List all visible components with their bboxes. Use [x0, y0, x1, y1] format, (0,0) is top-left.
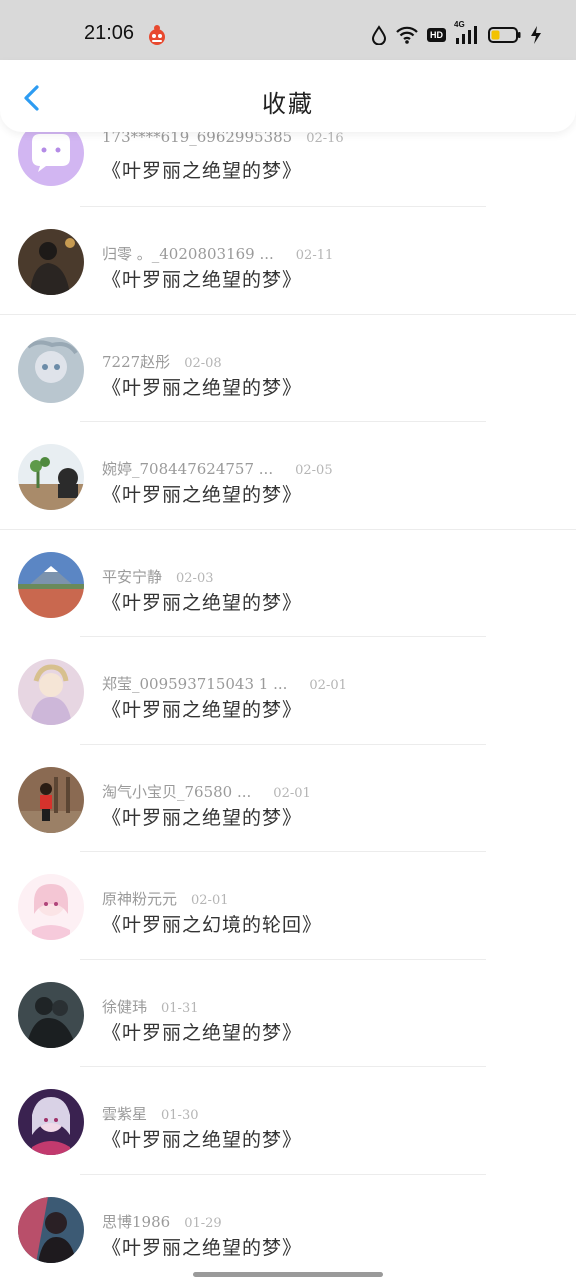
user-name: 雲紫星 — [102, 1105, 148, 1123]
item-title: 《叶罗丽之绝望的梦》 — [102, 484, 303, 506]
item-date: 02-03 — [176, 570, 214, 586]
item-title: 《叶罗丽之绝望的梦》 — [102, 699, 303, 721]
user-name: 归零 。_4020803169 ... — [102, 245, 274, 263]
avatar — [18, 551, 84, 618]
home-indicator[interactable] — [193, 1272, 383, 1277]
signal-indicator: 4G — [454, 20, 480, 46]
user-name: 平安宁静 — [102, 567, 163, 586]
item-date: 02-01 — [309, 678, 347, 693]
list-item[interactable]: 思博1986 01-29 《叶罗丽之绝望的梦》 — [0, 1175, 576, 1280]
item-meta: 雲紫星 01-30 — [102, 1103, 199, 1124]
item-date: 02-05 — [295, 463, 333, 478]
item-title: 《叶罗丽之绝望的梦》 — [102, 269, 303, 291]
hd-badge: HD — [427, 28, 446, 42]
signal-icon — [456, 26, 477, 44]
list-item[interactable]: 淘气小宝贝_76580 ... 02-01 《叶罗丽之绝望的梦》 — [0, 745, 576, 852]
status-time: 21:06 — [84, 22, 135, 44]
avatar — [18, 1089, 84, 1155]
avatar — [18, 659, 84, 725]
item-meta: 归零 。_4020803169 ... 02-11 — [102, 243, 333, 264]
list-item[interactable]: 归零 。_4020803169 ... 02-11 《叶罗丽之绝望的梦》 — [0, 207, 576, 315]
avatar — [18, 229, 84, 295]
status-bar: 21:06 HD 4G — [0, 0, 576, 60]
list-item[interactable]: 原神粉元元 02-01 《叶罗丽之幻境的轮回》 — [0, 852, 576, 960]
avatar — [18, 1196, 84, 1263]
item-title: 《叶罗丽之绝望的梦》 — [102, 376, 303, 399]
item-date: 01-29 — [184, 1215, 222, 1231]
avatar — [18, 766, 84, 833]
user-name: 原神粉元元 — [102, 890, 178, 908]
status-icons: HD 4G — [371, 20, 542, 46]
charging-icon — [531, 26, 541, 44]
avatar — [18, 444, 84, 510]
item-date: 01-30 — [161, 1108, 199, 1123]
item-date: 02-16 — [306, 131, 344, 146]
item-date: 02-01 — [273, 785, 311, 801]
user-name: 淘气小宝贝_76580 ... — [102, 782, 252, 801]
item-meta: 原神粉元元 02-01 — [102, 888, 229, 909]
item-title: 《叶罗丽之绝望的梦》 — [102, 160, 303, 182]
item-date: 02-01 — [191, 893, 229, 908]
item-title: 《叶罗丽之绝望的梦》 — [102, 1021, 303, 1044]
item-meta: 思博1986 01-29 — [102, 1211, 222, 1232]
item-title: 《叶罗丽之绝望的梦》 — [102, 1236, 303, 1259]
favorites-list: 173****619_6962995385 02-16 《叶罗丽之绝望的梦》 归零… — [0, 100, 576, 1280]
list-item[interactable]: 雲紫星 01-30 《叶罗丽之绝望的梦》 — [0, 1067, 576, 1175]
list-item[interactable]: 郑莹_009593715043 1 ... 02-01 《叶罗丽之绝望的梦》 — [0, 637, 576, 745]
header: 收藏 — [0, 60, 576, 132]
list-item[interactable]: 徐健玮 01-31 《叶罗丽之绝望的梦》 — [0, 960, 576, 1067]
item-meta: 7227赵彤 02-08 — [102, 351, 222, 372]
wifi-icon — [396, 26, 418, 44]
app-notification-icon — [149, 25, 165, 45]
user-name: 郑莹_009593715043 1 ... — [102, 675, 288, 693]
item-title: 《叶罗丽之绝望的梦》 — [102, 591, 303, 614]
item-date: 01-31 — [161, 1000, 199, 1016]
user-name: 7227赵彤 — [102, 352, 171, 371]
item-title: 《叶罗丽之幻境的轮回》 — [102, 914, 323, 936]
item-meta: 徐健玮 01-31 — [102, 996, 199, 1017]
item-date: 02-11 — [295, 248, 334, 263]
item-title: 《叶罗丽之绝望的梦》 — [102, 1129, 303, 1151]
user-name: 思博1986 — [102, 1212, 171, 1231]
item-meta: 淘气小宝贝_76580 ... 02-01 — [102, 781, 311, 802]
user-name: 徐健玮 — [102, 997, 148, 1016]
battery-icon — [488, 27, 521, 43]
list-item[interactable]: 婉婷_708447624757 ... 02-05 《叶罗丽之绝望的梦》 — [0, 422, 576, 530]
item-title: 《叶罗丽之绝望的梦》 — [102, 806, 303, 829]
avatar — [18, 336, 84, 403]
user-name: 婉婷_708447624757 ... — [102, 460, 274, 478]
item-meta: 婉婷_708447624757 ... 02-05 — [102, 458, 333, 479]
list-item[interactable]: 平安宁静 02-03 《叶罗丽之绝望的梦》 — [0, 530, 576, 637]
avatar — [18, 874, 84, 940]
drop-icon — [371, 25, 387, 45]
item-meta: 平安宁静 02-03 — [102, 566, 214, 587]
item-date: 02-08 — [184, 355, 222, 371]
avatar — [18, 981, 84, 1048]
list-item[interactable]: 7227赵彤 02-08 《叶罗丽之绝望的梦》 — [0, 315, 576, 422]
page-title: 收藏 — [262, 90, 314, 118]
item-meta: 郑莹_009593715043 1 ... 02-01 — [102, 673, 347, 694]
